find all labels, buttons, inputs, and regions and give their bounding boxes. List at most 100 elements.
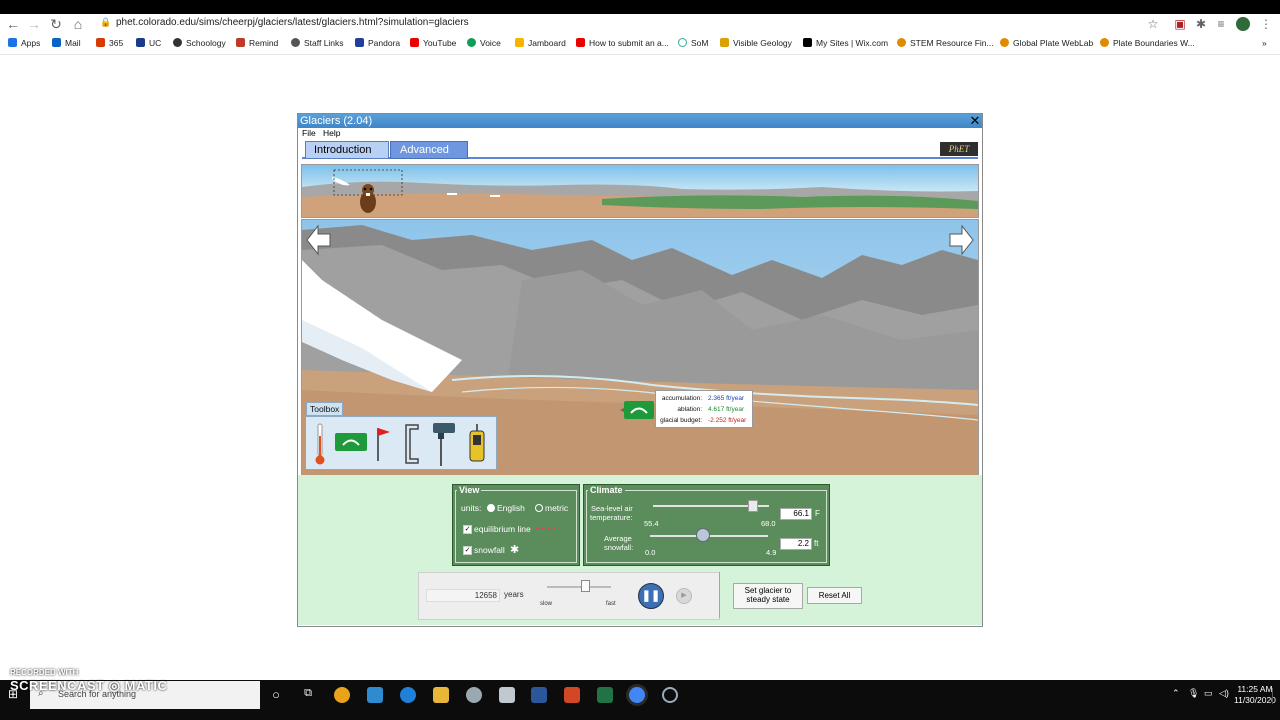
bookmark-uc[interactable]: UC	[136, 38, 161, 48]
tab-introduction[interactable]: Introduction	[305, 141, 389, 159]
bookmark-apps[interactable]: Apps	[8, 38, 40, 48]
climate-panel-border	[586, 490, 827, 563]
equilibrium-line-swatch	[536, 528, 556, 529]
temperature-max: 68.0	[761, 519, 776, 528]
snowfall-max: 4.9	[766, 548, 777, 557]
wix-icon	[803, 38, 812, 47]
units-english-label[interactable]: English	[497, 503, 525, 513]
powerpoint-icon[interactable]	[564, 687, 580, 703]
bookmark-mail[interactable]: Mail	[52, 38, 81, 48]
glacial-budget-label: glacial budget:	[660, 417, 702, 424]
bookmark-visible-geology[interactable]: Visible Geology	[720, 38, 792, 48]
address-bar[interactable]: phet.colorado.edu/sims/cheerpj/glaciers/…	[116, 17, 469, 28]
menu-file[interactable]: File	[302, 128, 316, 138]
glacial-budget-tool-icon[interactable]	[334, 431, 368, 453]
gps-receiver-icon[interactable]	[468, 423, 486, 465]
snowfall-slider-thumb[interactable]	[696, 528, 710, 542]
temperature-field[interactable]: 66.1	[780, 508, 812, 520]
edge-icon[interactable]	[400, 687, 416, 703]
bookmark-global-plate[interactable]: Global Plate WebLab	[1000, 38, 1093, 48]
temperature-label-line1: Sea-level air	[591, 504, 633, 513]
bookmarks-overflow-icon[interactable]: »	[1262, 38, 1267, 48]
equilibrium-line-label[interactable]: equilibrium line	[474, 524, 531, 534]
ice-thickness-tool-icon[interactable]	[402, 423, 422, 465]
snowfall-field[interactable]: 2.2	[780, 538, 812, 550]
star-icon[interactable]: ☆	[1145, 16, 1161, 32]
chrome-icon[interactable]	[629, 687, 645, 703]
bookmark-jamboard[interactable]: Jamboard	[515, 38, 566, 48]
calculator-icon[interactable]	[367, 687, 383, 703]
task-view-icon[interactable]: ⧉	[300, 687, 316, 703]
phet-logo: PhET	[940, 142, 978, 156]
system-clock[interactable]: 11:25 AM 11/30/2020	[1234, 684, 1276, 706]
close-icon[interactable]: ✕	[968, 114, 982, 128]
years-counter: 12658	[426, 589, 500, 602]
reset-all-button[interactable]: Reset All	[807, 587, 862, 604]
step-button[interactable]: ▶	[676, 588, 692, 604]
units-metric-label[interactable]: metric	[545, 503, 568, 513]
ablation-label: ablation:	[677, 406, 702, 413]
equilibrium-line-checkbox[interactable]: ✓	[463, 525, 472, 534]
excel-icon[interactable]	[597, 687, 613, 703]
glacial-budget-value: -2.252 ft/year	[708, 417, 747, 424]
bookmark-pandora[interactable]: Pandora	[355, 38, 400, 48]
reload-icon[interactable]: ↻	[46, 14, 66, 34]
settings-gear-icon[interactable]	[466, 687, 482, 703]
thermometer-icon[interactable]	[314, 422, 326, 466]
glacial-budget-meter-icon[interactable]	[620, 400, 656, 420]
lock-icon[interactable]: 🔒	[100, 17, 111, 28]
temperature-slider-thumb[interactable]	[748, 500, 758, 512]
units-english-radio[interactable]	[487, 504, 495, 512]
bookmark-voice[interactable]: Voice	[467, 38, 501, 48]
bookmark-wix[interactable]: My Sites | Wix.com	[803, 38, 888, 48]
bookmark-365[interactable]: 365	[96, 38, 123, 48]
tab-advanced[interactable]: Advanced	[390, 141, 468, 159]
watermark-line1: RECORDED WITH	[10, 668, 79, 677]
menu-help[interactable]: Help	[323, 128, 340, 138]
bookmark-stem[interactable]: STEM Resource Fin...	[897, 38, 994, 48]
flag-marker-icon[interactable]	[374, 425, 392, 463]
chrome-canary-icon[interactable]	[334, 687, 350, 703]
show-desktop-button[interactable]	[1272, 688, 1279, 704]
home-icon[interactable]: ⌂	[68, 14, 88, 34]
bookmark-som[interactable]: SoM	[678, 38, 708, 48]
microphone-icon[interactable]: 🎙	[1188, 688, 1199, 699]
overview-map[interactable]	[301, 164, 979, 218]
back-icon[interactable]: ←	[3, 14, 23, 34]
bookmark-staff-links[interactable]: Staff Links	[291, 38, 344, 48]
bookmark-remind[interactable]: Remind	[236, 38, 278, 48]
set-steady-state-button[interactable]: Set glacier to steady state	[733, 583, 803, 609]
word-icon[interactable]	[531, 687, 547, 703]
menu-dots-icon[interactable]: ⋮	[1258, 16, 1274, 32]
reading-list-icon[interactable]: ≡	[1213, 16, 1229, 32]
speed-slider-thumb[interactable]	[581, 580, 591, 592]
mountain-icon	[720, 38, 729, 47]
speed-slow-label: slow	[540, 601, 553, 607]
ice-core-drill-icon[interactable]	[430, 419, 460, 467]
screen-recorder-icon[interactable]	[662, 687, 678, 703]
pdf-extension-icon[interactable]: ▣	[1172, 16, 1188, 32]
network-icon[interactable]: ▭	[1204, 688, 1213, 699]
profile-avatar[interactable]	[1236, 17, 1250, 31]
pause-button[interactable]: ❚❚	[638, 583, 664, 609]
bookmark-schoology[interactable]: Schoology	[173, 38, 226, 48]
snowfall-label[interactable]: snowfall	[474, 545, 505, 555]
snowfall-unit: ft	[814, 539, 819, 548]
snowfall-checkbox[interactable]: ✓	[463, 546, 472, 555]
tray-chevron-icon[interactable]: ⌃	[1172, 688, 1180, 699]
bookmark-plate-boundaries[interactable]: Plate Boundaries W...	[1100, 38, 1195, 48]
units-metric-radio[interactable]	[535, 504, 543, 512]
bookmark-how-to-submit[interactable]: How to submit an a...	[576, 38, 669, 48]
bookmark-youtube[interactable]: YouTube	[410, 38, 456, 48]
volume-icon[interactable]: ◁)	[1219, 688, 1229, 699]
cortana-icon[interactable]: ○	[268, 687, 284, 703]
scroll-right-arrow-icon[interactable]	[948, 224, 974, 256]
scroll-left-arrow-icon[interactable]	[306, 224, 332, 256]
speed-slider-track[interactable]	[547, 586, 611, 588]
pandora-icon	[355, 38, 364, 47]
file-explorer-icon[interactable]	[433, 687, 449, 703]
forward-icon[interactable]: →	[24, 14, 44, 34]
snip-tool-icon[interactable]	[499, 687, 515, 703]
menu-bar	[298, 128, 982, 140]
extension-icon[interactable]: ✱	[1193, 16, 1209, 32]
